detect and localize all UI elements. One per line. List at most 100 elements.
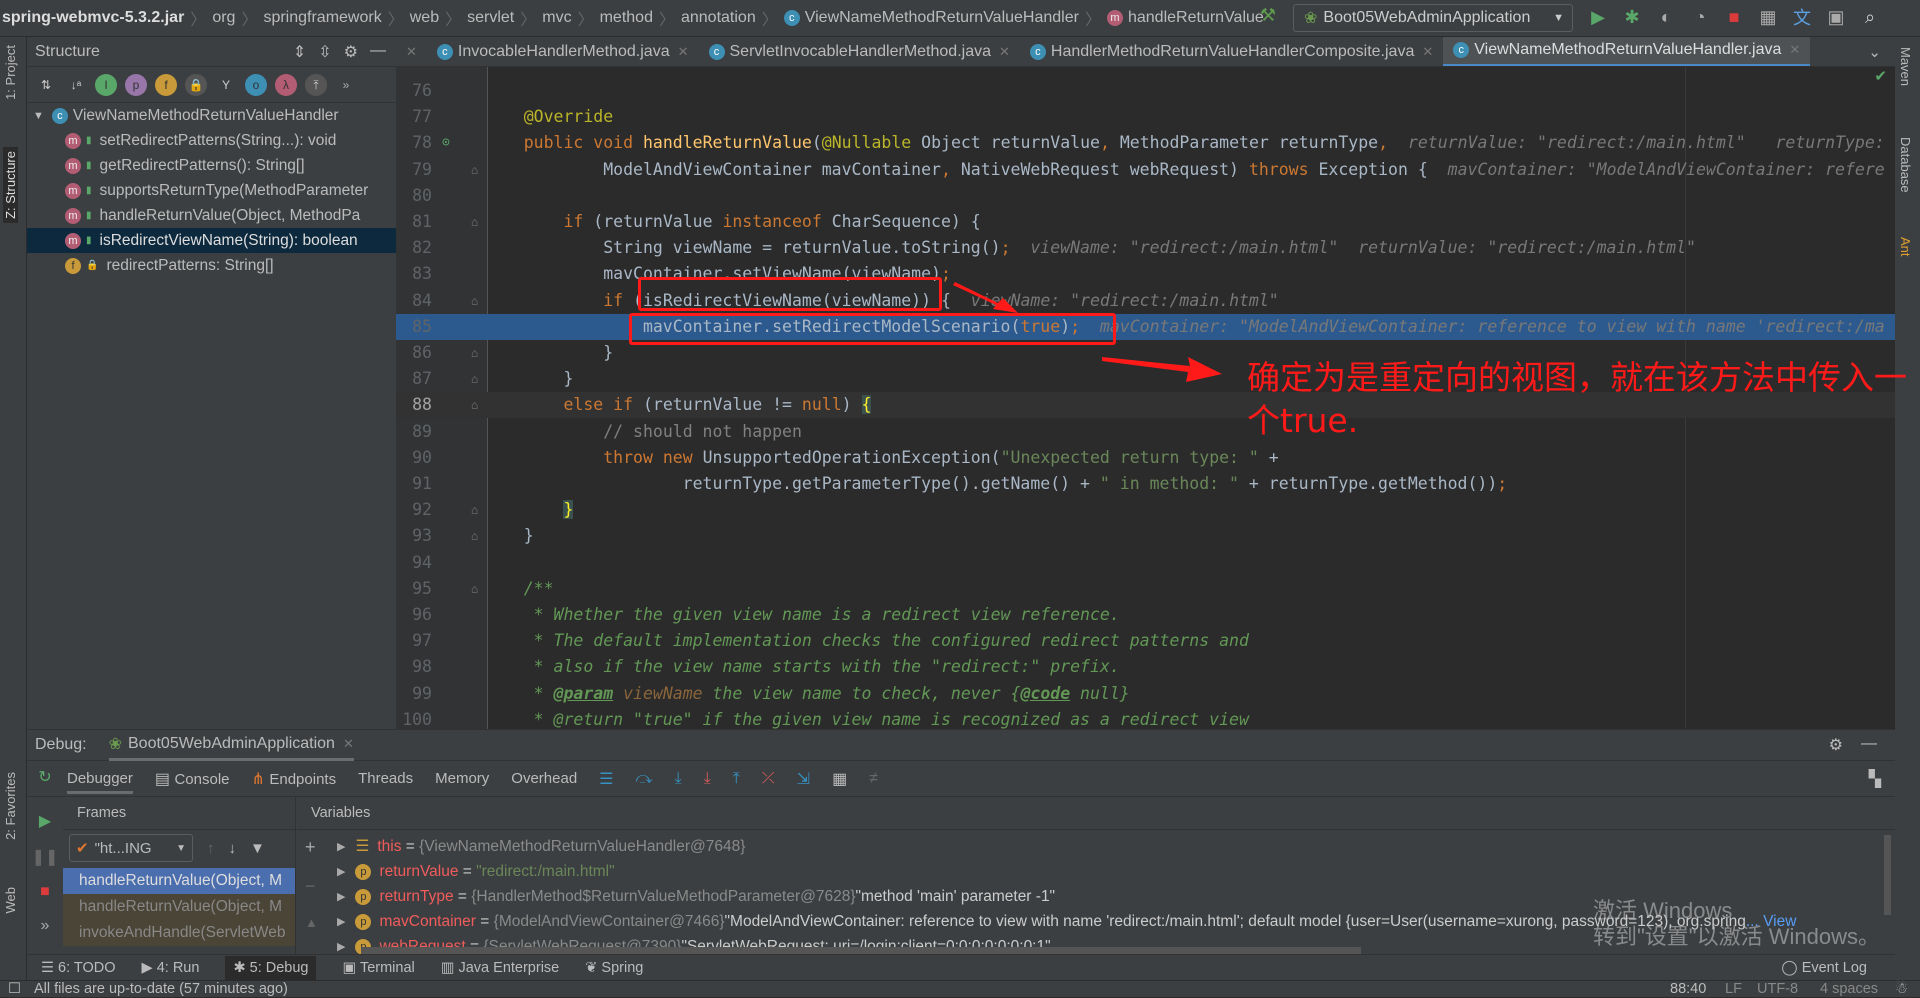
- show-lambdas-icon[interactable]: λ: [275, 73, 297, 96]
- frame-item[interactable]: invokeAndHandle(ServletWeb: [63, 920, 295, 946]
- code-line[interactable]: 81 if (returnValue instanceof CharSequen…: [396, 209, 1895, 235]
- code-line[interactable]: 90 throw new UnsupportedOperationExcepti…: [396, 445, 1895, 471]
- variable-row[interactable]: ▶ ☰ this = {ViewNameMethodReturnValueHandl…: [297, 834, 1895, 859]
- structure-item[interactable]: m ▮ getRedirectPatterns(): String[]: [27, 153, 396, 178]
- show-fields-icon[interactable]: f: [155, 73, 177, 96]
- breadcrumb-jar[interactable]: spring-webmvc-5.3.2.jar: [0, 9, 190, 27]
- override-marker-icon[interactable]: ⊙: [442, 130, 450, 156]
- variable-row[interactable]: ▶ p returnValue = "redirect:/main.html": [297, 859, 1895, 884]
- show-properties-icon[interactable]: p: [125, 73, 147, 96]
- line-separator[interactable]: LF: [1725, 981, 1742, 998]
- presentation-icon[interactable]: ▣: [1821, 7, 1851, 28]
- step-out-icon[interactable]: ⤒: [733, 770, 740, 788]
- fold-marker-icon[interactable]: ⌂: [471, 340, 478, 366]
- gear-icon[interactable]: ⚙: [1829, 735, 1843, 755]
- spring-tool-button[interactable]: ❦ Spring: [585, 960, 643, 976]
- expand-arrow-icon[interactable]: ▶: [337, 940, 345, 953]
- more-icon[interactable]: »: [335, 74, 357, 96]
- previous-frame-icon[interactable]: ↑: [207, 840, 215, 857]
- expand-arrow-icon[interactable]: ▶: [337, 890, 345, 903]
- fold-marker-icon[interactable]: ⌂: [471, 288, 478, 314]
- inspector-icon[interactable]: ☃: [1895, 981, 1908, 998]
- code-line[interactable]: 98 * also if the view name starts with t…: [396, 654, 1895, 680]
- vertical-scrollbar[interactable]: [1884, 835, 1891, 915]
- structure-tool-button[interactable]: Z: Structure: [3, 147, 18, 223]
- tab-debugger[interactable]: Debugger: [67, 763, 133, 794]
- thread-select[interactable]: ✔ "ht...ING ▼: [69, 834, 193, 862]
- tab-endpoints[interactable]: ⋔ Endpoints: [252, 769, 337, 789]
- code-line[interactable]: 93 } ⌂: [396, 523, 1895, 549]
- breadcrumb-servlet[interactable]: servlet: [461, 9, 520, 27]
- web-tool-button[interactable]: Web: [3, 887, 18, 914]
- run-to-cursor-icon[interactable]: ⇲: [797, 769, 810, 789]
- layout-icon[interactable]: ▚: [1869, 769, 1881, 789]
- show-anonymous-icon[interactable]: o: [245, 73, 267, 96]
- code-line[interactable]: 99 * @param viewName the view name to ch…: [396, 681, 1895, 707]
- fold-marker-icon[interactable]: ⌂: [471, 209, 478, 235]
- gear-icon[interactable]: ⚙: [344, 42, 358, 62]
- expand-arrow-icon[interactable]: ▶: [337, 865, 345, 878]
- file-encoding[interactable]: UTF-8: [1757, 981, 1798, 998]
- structure-item[interactable]: f 🔒 redirectPatterns: String[]: [27, 253, 396, 278]
- editor-tab[interactable]: c HandlerMethodReturnValueHandlerComposit…: [1020, 37, 1443, 66]
- resume-icon[interactable]: ▶: [39, 811, 51, 831]
- favorites-tool-button[interactable]: 2: Favorites: [3, 772, 18, 840]
- code-line[interactable]: 77 @Override: [396, 104, 1895, 130]
- expand-arrow-icon[interactable]: ▶: [337, 915, 345, 928]
- project-structure-icon[interactable]: ▦: [1753, 7, 1783, 28]
- rerun-icon[interactable]: ↻: [38, 767, 51, 787]
- stop-icon[interactable]: ■: [40, 883, 50, 901]
- code-line[interactable]: 79 ModelAndViewContainer mavContainer, N…: [396, 157, 1895, 183]
- code-line[interactable]: 78 public void handleReturnValue(@Nullab…: [396, 130, 1895, 156]
- close-icon[interactable]: ✕: [1422, 44, 1433, 60]
- coverage-icon[interactable]: ◐: [1651, 7, 1681, 28]
- close-icon[interactable]: ✕: [999, 44, 1010, 60]
- code-line[interactable]: 95 /** ⌂: [396, 576, 1895, 602]
- code-line[interactable]: 82 String viewName = returnValue.toStrin…: [396, 235, 1895, 261]
- code-line[interactable]: 96 * Whether the given view name is a re…: [396, 602, 1895, 628]
- breadcrumb-springframework[interactable]: springframework: [257, 9, 387, 27]
- code-line[interactable]: 100 * @return "true" if the given view n…: [396, 707, 1895, 729]
- run-configuration-select[interactable]: ❀ Boot05WebAdminApplication ▼: [1293, 4, 1573, 32]
- breadcrumb-method-name[interactable]: m handleReturnValue: [1101, 9, 1270, 27]
- fold-marker-icon[interactable]: ⌂: [471, 497, 478, 523]
- code-line[interactable]: 76: [396, 78, 1895, 104]
- expand-all-icon[interactable]: ⇕: [293, 42, 306, 62]
- fold-marker-icon[interactable]: ⌂: [471, 157, 478, 183]
- run-icon[interactable]: ▶: [1583, 7, 1613, 28]
- breadcrumb-org[interactable]: org: [206, 9, 241, 27]
- code-line[interactable]: 80: [396, 183, 1895, 209]
- tab-list-chevron-icon[interactable]: ⌄: [1868, 43, 1881, 61]
- evaluate-expression-icon[interactable]: ▦: [832, 769, 847, 789]
- editor-tab[interactable]: c InvocableHandlerMethod.java ✕: [427, 37, 699, 66]
- debug-tool-button[interactable]: ✱ 5: Debug: [225, 955, 317, 980]
- close-icon[interactable]: ✕: [406, 44, 417, 60]
- ant-tool-button[interactable]: Ant: [1898, 237, 1913, 257]
- expand-arrow-icon[interactable]: ▶: [337, 840, 345, 853]
- show-non-public-icon[interactable]: 🔒: [185, 73, 207, 96]
- breadcrumb-method[interactable]: method: [594, 9, 659, 27]
- breadcrumb-annotation[interactable]: annotation: [675, 9, 762, 27]
- more-icon[interactable]: »: [41, 917, 50, 935]
- event-log-button[interactable]: ◯ Event Log: [1781, 960, 1867, 976]
- debug-session-tab[interactable]: ❀ Boot05WebAdminApplication ✕: [108, 730, 354, 761]
- drop-frame-icon[interactable]: ⤫: [762, 770, 775, 788]
- todo-tool-button[interactable]: ☰ 6: TODO: [41, 960, 116, 976]
- java-enterprise-tool-button[interactable]: ▥ Java Enterprise: [441, 960, 559, 976]
- show-lambdas-tree-icon[interactable]: Y: [215, 74, 237, 96]
- caret-position[interactable]: 88:40: [1670, 981, 1706, 998]
- run-tool-button[interactable]: ▶ 4: Run: [142, 960, 200, 976]
- structure-root[interactable]: ▼ c ViewNameMethodReturnValueHandler: [27, 103, 396, 128]
- collapse-all-icon[interactable]: ⇳: [318, 42, 331, 62]
- code-line[interactable]: 91 returnType.getParameterType().getName…: [396, 471, 1895, 497]
- breadcrumb-mvc[interactable]: mvc: [536, 9, 577, 27]
- show-inherited-icon[interactable]: I: [95, 73, 117, 96]
- frame-item[interactable]: handleReturnValue(Object, M: [63, 868, 295, 894]
- structure-item[interactable]: m ▮ handleReturnValue(Object, MethodPa: [27, 203, 396, 228]
- fold-marker-icon[interactable]: ⌂: [471, 576, 478, 602]
- database-tool-button[interactable]: Database: [1898, 137, 1913, 193]
- structure-item[interactable]: m ▮ supportsReturnType(MethodParameter: [27, 178, 396, 203]
- expand-arrow-icon[interactable]: ▼: [33, 110, 44, 122]
- fold-marker-icon[interactable]: ⌂: [471, 392, 478, 418]
- sort-by-visibility-icon[interactable]: ⇅: [35, 74, 57, 96]
